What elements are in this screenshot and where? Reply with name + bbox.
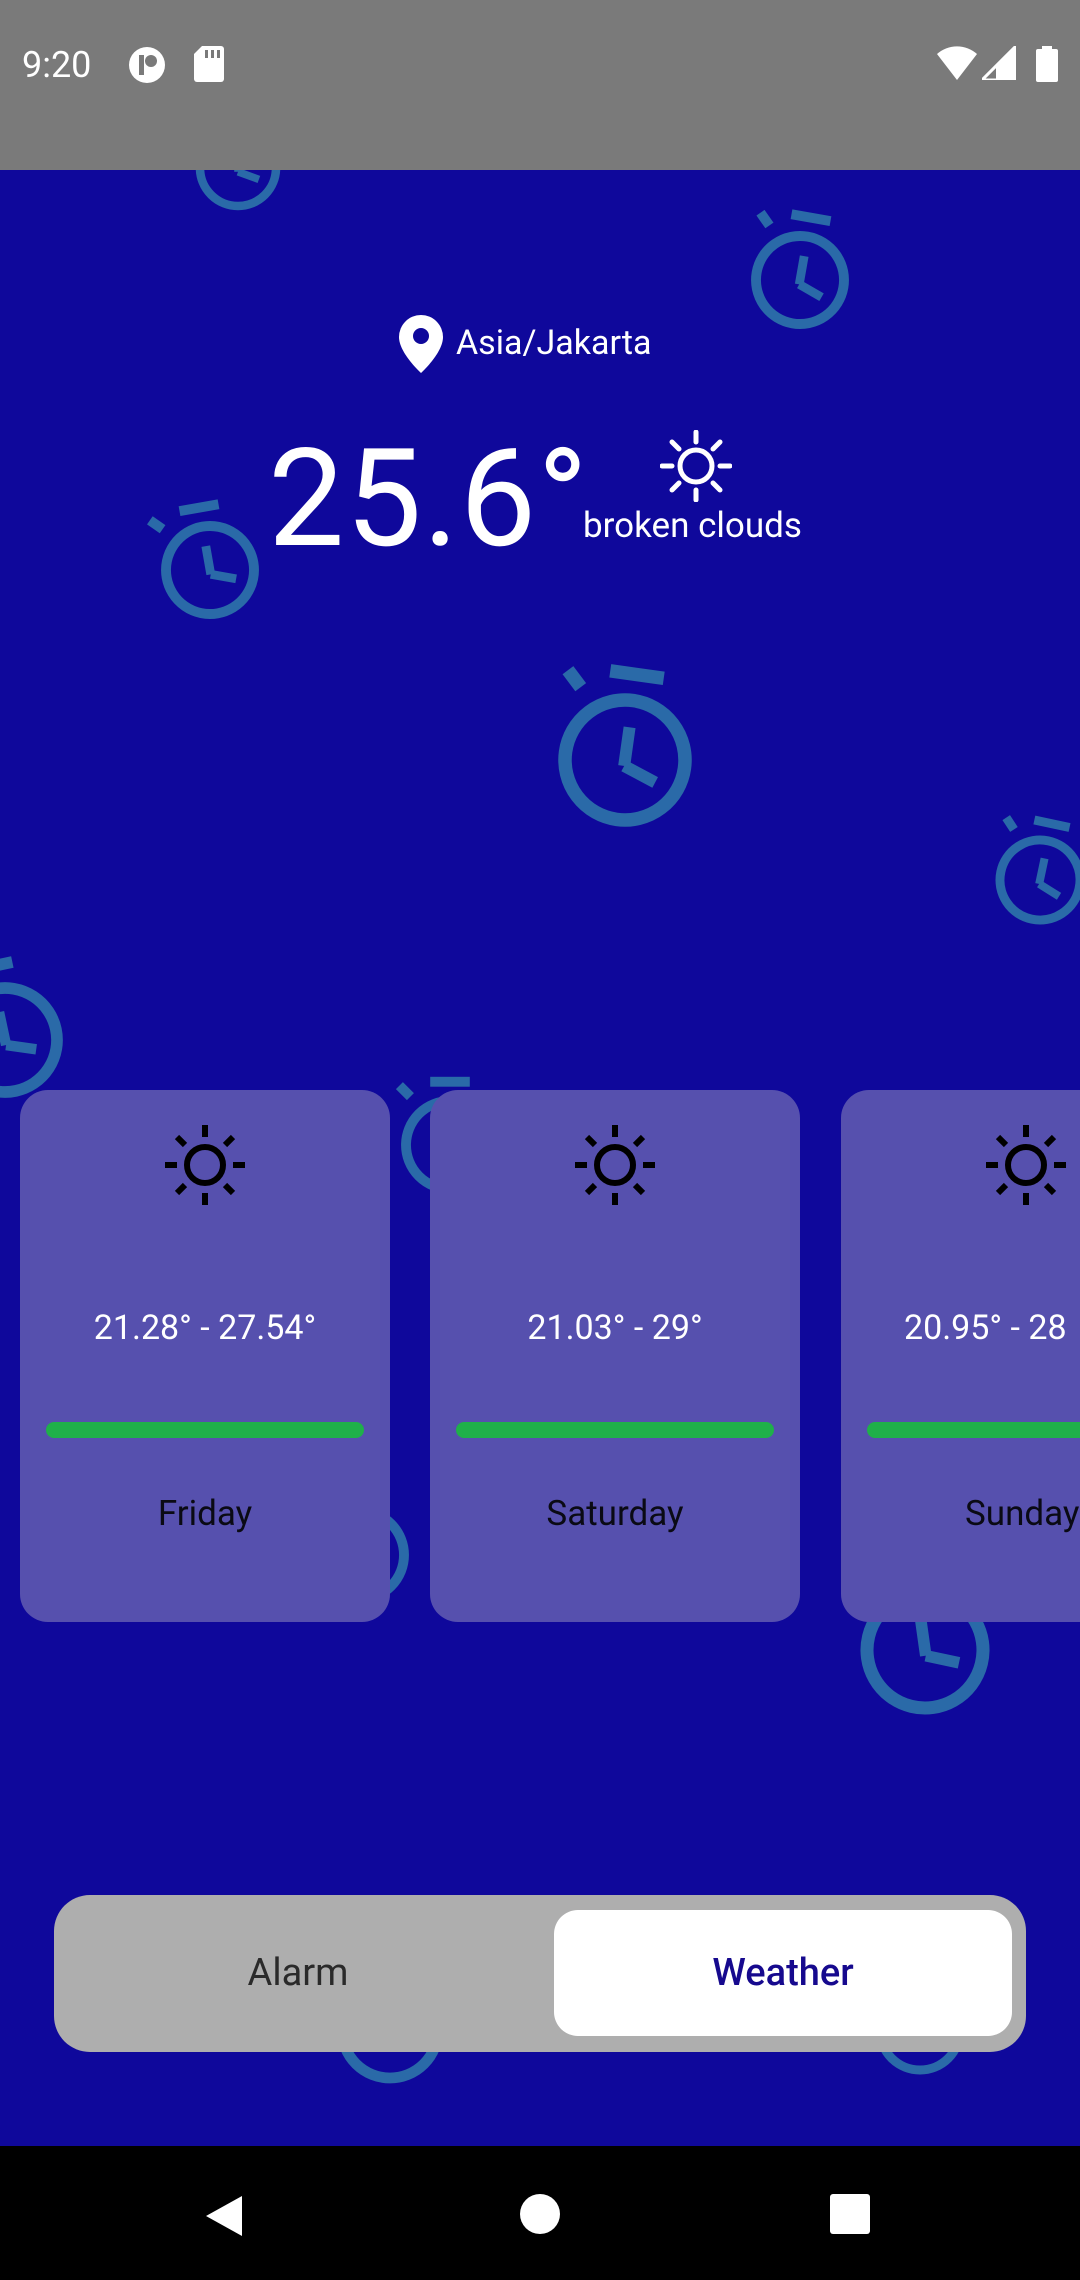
status-bar: 9:20 xyxy=(0,0,1080,170)
status-time: 9:20 xyxy=(22,44,92,86)
forecast-day: Friday xyxy=(157,1493,253,1534)
tab-weather[interactable]: Weather xyxy=(554,1910,1012,2036)
location-row: Asia/Jakarta xyxy=(0,315,1080,375)
temperature-bar xyxy=(456,1422,774,1438)
location-label: Asia/Jakarta xyxy=(456,323,652,363)
view-toggle: Alarm Weather xyxy=(54,1895,1026,2052)
temperature-range: 21.28° - 27.54° xyxy=(93,1308,317,1348)
sun-icon xyxy=(984,1123,1068,1211)
forecast-card-friday[interactable]: 21.28° - 27.54° Friday xyxy=(20,1090,390,1622)
forecast-day: Sunday xyxy=(965,1493,1080,1534)
location-pin-icon xyxy=(399,315,443,377)
sun-icon xyxy=(659,429,733,506)
temperature-bar xyxy=(867,1422,1080,1438)
battery-icon xyxy=(1036,46,1058,86)
temperature-range: 20.95° - 28 xyxy=(904,1308,1067,1348)
weather-screen: Asia/Jakarta 25.6° broken clouds 21.28° … xyxy=(0,170,1080,2146)
sun-icon xyxy=(573,1123,657,1211)
forecast-day: Saturday xyxy=(546,1493,684,1534)
sun-icon xyxy=(163,1123,247,1211)
temperature-bar xyxy=(46,1422,364,1438)
temperature-range: 21.03° - 29° xyxy=(527,1308,703,1348)
wifi-icon xyxy=(937,46,977,84)
signal-icon xyxy=(978,42,1018,84)
tab-alarm[interactable]: Alarm xyxy=(69,1910,527,2036)
forecast-card-saturday[interactable]: 21.03° - 29° Saturday xyxy=(430,1090,800,1622)
forecast-card-sunday[interactable]: 20.95° - 28 Sunday xyxy=(841,1090,1080,1622)
current-temperature: 25.6° xyxy=(268,420,589,579)
navigation-bar xyxy=(0,2146,1080,2280)
home-icon[interactable] xyxy=(520,2194,560,2238)
back-icon[interactable] xyxy=(204,2194,244,2242)
sd-card-icon xyxy=(194,46,224,86)
recents-icon[interactable] xyxy=(830,2194,870,2238)
weather-condition: broken clouds xyxy=(583,505,802,546)
notification-icon xyxy=(128,46,166,88)
